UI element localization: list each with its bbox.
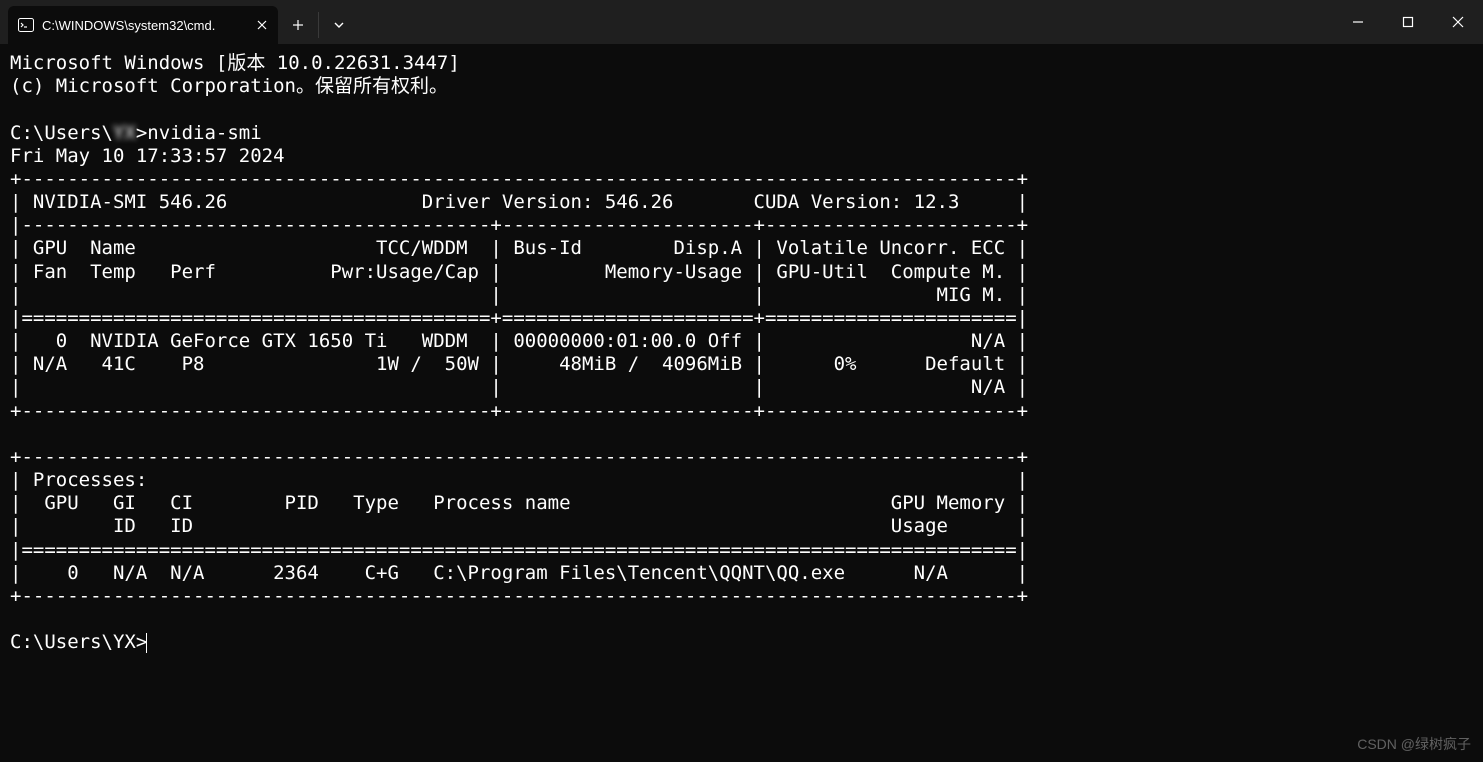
- window-close-button[interactable]: [1433, 0, 1483, 44]
- nvsmi-gpu-row: | N/A 41C P8 1W / 50W | 48MiB / 4096MiB …: [10, 353, 1028, 375]
- terminal-tab[interactable]: C:\WINDOWS\system32\cmd.: [8, 6, 278, 44]
- proc-border: +---------------------------------------…: [10, 446, 1028, 468]
- prompt-current: C:\Users\YX>: [10, 631, 147, 653]
- proc-col-header: | GPU GI CI PID Type Process name GPU Me…: [10, 492, 1028, 514]
- prompt-gt: >: [136, 122, 147, 144]
- proc-border: +---------------------------------------…: [10, 585, 1028, 607]
- command-text: nvidia-smi: [147, 122, 261, 144]
- nvsmi-col-header: | | | MIG M. |: [10, 284, 1028, 306]
- cmd-icon: [18, 17, 34, 33]
- tab-close-button[interactable]: [252, 15, 272, 35]
- tab-title: C:\WINDOWS\system32\cmd.: [42, 18, 244, 33]
- window-minimize-button[interactable]: [1333, 0, 1383, 44]
- prompt-user-blur: YX: [113, 122, 136, 145]
- nvsmi-gpu-row: | | | N/A |: [10, 376, 1028, 398]
- proc-col-header: | ID ID Usage |: [10, 515, 1028, 537]
- prompt-path: C:\Users\: [10, 122, 113, 144]
- banner-line: Microsoft Windows [版本 10.0.22631.3447]: [10, 52, 460, 74]
- banner-line: (c) Microsoft Corporation。保留所有权利。: [10, 75, 448, 97]
- nvsmi-gpu-row: | 0 NVIDIA GeForce GTX 1650 Ti WDDM | 00…: [10, 330, 1028, 352]
- nvsmi-col-header: | GPU Name TCC/WDDM | Bus-Id Disp.A | Vo…: [10, 237, 1028, 259]
- nvsmi-border: +---------------------------------------…: [10, 400, 1028, 422]
- proc-header: | Processes: |: [10, 469, 1028, 491]
- nvsmi-col-header: | Fan Temp Perf Pwr:Usage/Cap | Memory-U…: [10, 261, 1028, 283]
- proc-row: | 0 N/A N/A 2364 C+G C:\Program Files\Te…: [10, 562, 1028, 584]
- nvsmi-border: +---------------------------------------…: [10, 168, 1028, 190]
- nvsmi-sep: |---------------------------------------…: [10, 214, 1028, 236]
- watermark-text: CSDN @绿树疯子: [1357, 734, 1471, 754]
- nvsmi-eq: |=======================================…: [10, 307, 1028, 329]
- nvsmi-header: | NVIDIA-SMI 546.26 Driver Version: 546.…: [10, 191, 1028, 213]
- terminal-output[interactable]: Microsoft Windows [版本 10.0.22631.3447] (…: [0, 44, 1483, 662]
- tab-dropdown-button[interactable]: [319, 6, 359, 44]
- window-titlebar: C:\WINDOWS\system32\cmd.: [0, 0, 1483, 44]
- proc-eq: |=======================================…: [10, 539, 1028, 561]
- window-maximize-button[interactable]: [1383, 0, 1433, 44]
- nvsmi-timestamp: Fri May 10 17:33:57 2024: [10, 145, 285, 167]
- new-tab-button[interactable]: [278, 6, 318, 44]
- terminal-cursor: [146, 633, 147, 653]
